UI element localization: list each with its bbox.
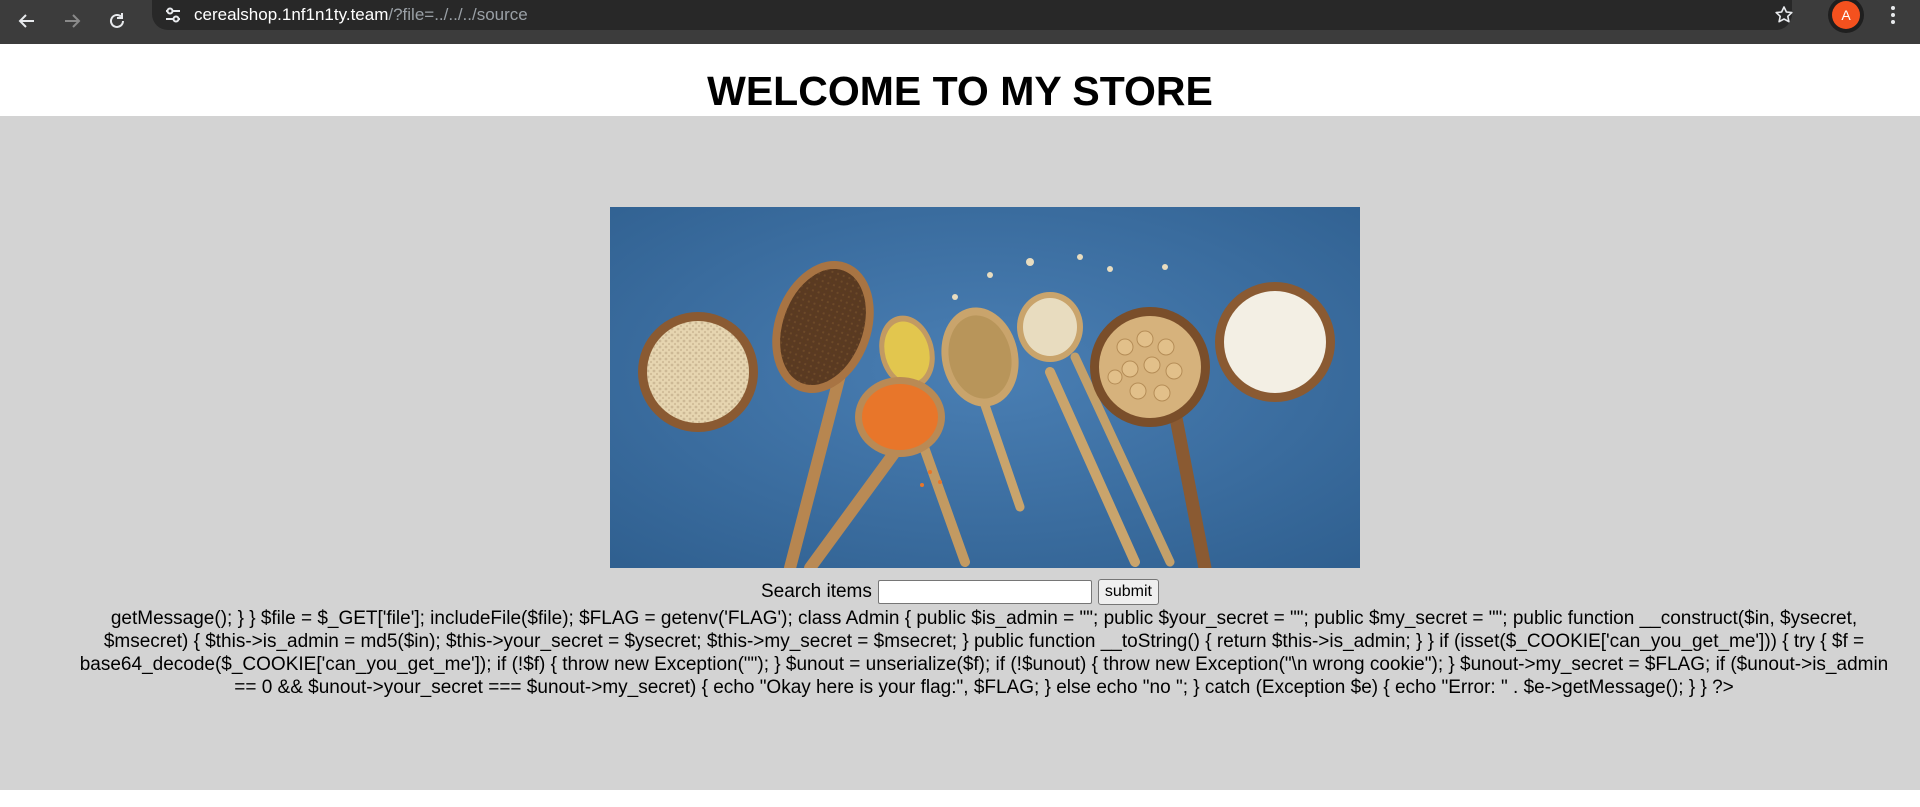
source-line: == 0 && $unout->your_secret === $unout->… [234, 677, 1734, 698]
url-path: /?file=../../../source [388, 5, 528, 24]
url-host: cerealshop.1nf1n1ty.team [194, 5, 389, 24]
browser-toolbar: cerealshop.1nf1n1ty.team/?file=../../../… [0, 0, 1920, 44]
source-line: $msecret) { $this->is_admin = md5($in); … [103, 631, 1865, 652]
submit-button[interactable]: submit [1097, 579, 1159, 605]
profile-avatar[interactable]: A [1832, 1, 1860, 29]
url-text[interactable]: cerealshop.1nf1n1ty.team/?file=../../../… [194, 0, 528, 30]
bookmark-star-icon[interactable] [1767, 0, 1801, 30]
source-line: base64_decode($_COOKIE['can_you_get_me']… [79, 654, 1889, 675]
back-icon[interactable] [10, 4, 44, 38]
reload-icon[interactable] [100, 4, 134, 38]
address-bar[interactable]: cerealshop.1nf1n1ty.team/?file=../../../… [152, 0, 1792, 30]
source-line: getMessage(); } } $file = $_GET['file'];… [110, 608, 1858, 629]
forward-icon[interactable] [55, 4, 89, 38]
search-label: Search items [761, 581, 872, 602]
hero-image [610, 207, 1360, 568]
kebab-menu-icon[interactable] [1878, 0, 1908, 30]
source-code-text: getMessage(); } } $file = $_GET['file'];… [34, 607, 1920, 699]
search-form: Search items submit [0, 578, 1920, 606]
site-info-icon[interactable] [158, 0, 188, 30]
page-title: WELCOME TO MY STORE [707, 68, 1213, 114]
search-input[interactable] [877, 580, 1092, 604]
